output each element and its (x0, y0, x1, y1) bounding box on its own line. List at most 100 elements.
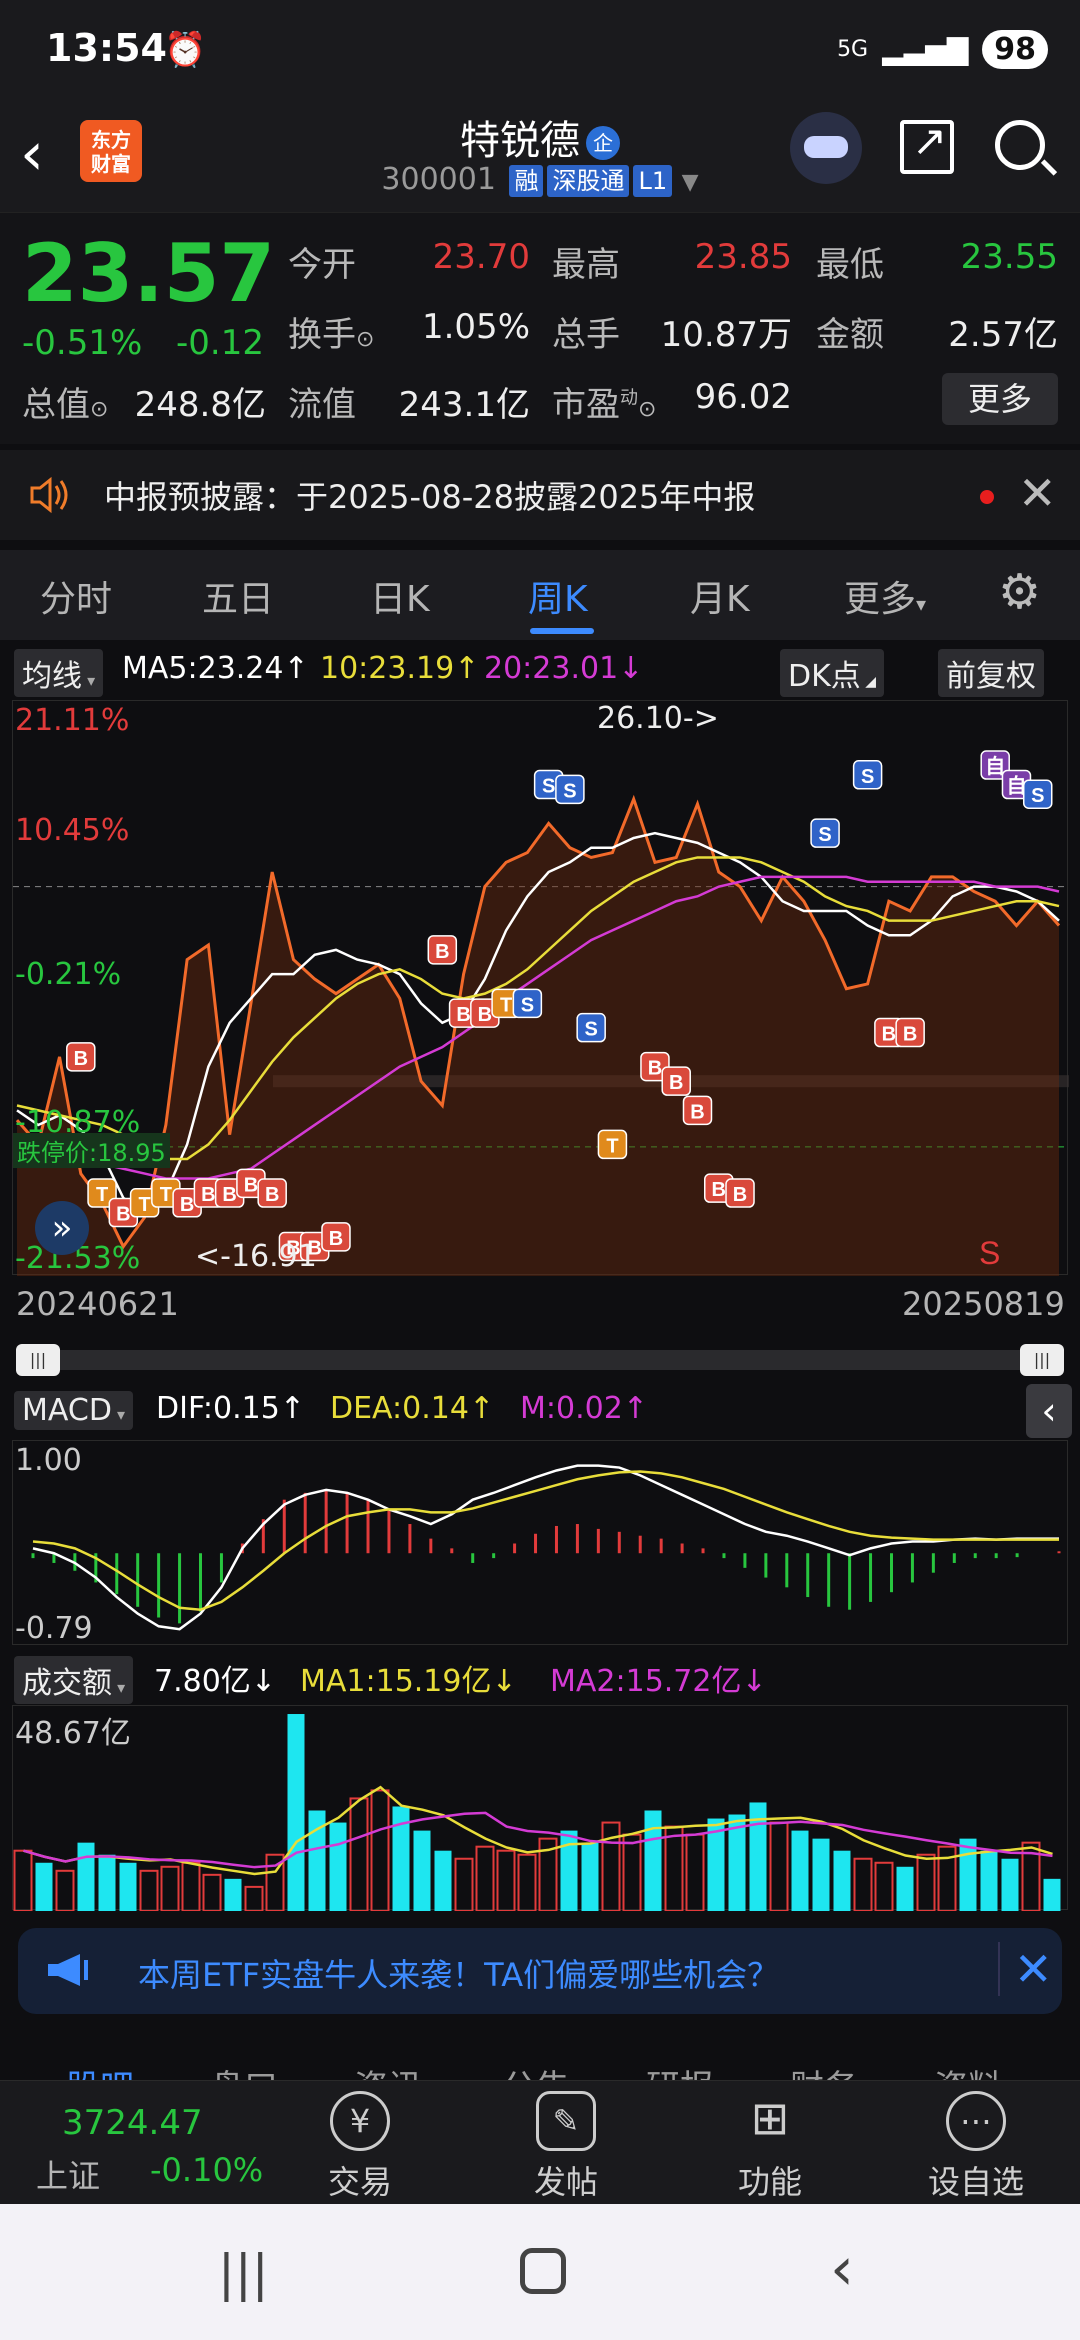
volume-bar (581, 1842, 599, 1911)
stock-name: 特锐德 (460, 118, 580, 164)
volume-bar (119, 1862, 137, 1911)
tab-more[interactable]: 更多▾ (844, 570, 926, 622)
trade-marker-label: T (138, 1194, 150, 1216)
caret-down-icon: ▾ (82, 671, 96, 690)
tab-five-day[interactable]: 五日 (202, 570, 274, 622)
kline-chart[interactable]: BTBTTBBBBBBBBBBBTSSSSTBBBBBSSBB自自SS 21.1… (12, 700, 1069, 1276)
volume-bar (13, 1849, 33, 1912)
trade-marker-label: B (244, 1174, 258, 1196)
tab-weekly-k[interactable]: 周K (528, 570, 588, 622)
volume-bar (55, 1869, 75, 1913)
back-nav-icon[interactable]: ‹ (830, 2234, 854, 2304)
close-icon[interactable]: ✕ (1018, 466, 1057, 520)
subtab-pankou[interactable]: 盘口 (210, 2060, 278, 2080)
macd-select[interactable]: MACD ▾ (14, 1391, 134, 1430)
vol-ma2-label: MA2:15.72亿↓ (550, 1664, 767, 1699)
subtab-research[interactable]: 研报 (646, 2060, 714, 2080)
subtab-finance[interactable]: 财务 (790, 2060, 858, 2080)
expand-icon[interactable]: » (35, 1201, 89, 1255)
volume-value-label: 7.80亿↓ (154, 1664, 276, 1699)
trade-marker-label: B (669, 1072, 683, 1094)
subtab-announcement[interactable]: 公告 (502, 2060, 570, 2080)
volume-chart[interactable]: 48.67亿 (12, 1705, 1068, 1913)
ma-legend: 均线 ▾ MA5:23.24↑ 10:23.19↑ 20:23.01↓ DK点 … (0, 645, 1080, 697)
dk-point-select[interactable]: DK点 ◢ (780, 649, 884, 697)
adjust-select[interactable]: 前复权 (938, 649, 1044, 697)
up-arrow-icon: ↑ (622, 1391, 648, 1426)
up-arrow-icon: ↑ (283, 651, 309, 686)
y-label-3: -0.21% (15, 957, 122, 992)
index-change[interactable]: -0.10% (150, 2151, 263, 2189)
volume-select[interactable]: 成交额 ▾ (14, 1656, 134, 1704)
trade-marker: S (512, 988, 543, 1019)
collapse-panel-button[interactable]: ‹ (1026, 1384, 1072, 1438)
slider-handle-left[interactable]: ||| (16, 1344, 60, 1376)
trade-marker-label: T (96, 1184, 108, 1206)
index-name[interactable]: 上证 (36, 2151, 100, 2197)
down-arrow-icon: ↓ (491, 1664, 517, 1699)
pe-label[interactable]: 市盈动⊙ (552, 377, 656, 426)
volume-bar (791, 1830, 809, 1911)
sell-signal-label: S (979, 1235, 1000, 1271)
indicator-select[interactable]: 均线 ▾ (14, 649, 104, 697)
nav-add-watchlist[interactable]: ⋯ 设自选 (916, 2091, 1036, 2203)
gear-icon[interactable]: ⚙ (998, 568, 1046, 616)
trade-marker-label: B (265, 1184, 279, 1206)
nav-functions[interactable]: ⊞ 功能 (710, 2091, 830, 2203)
trade-marker-label: B (903, 1024, 917, 1046)
trade-marker: S (810, 818, 840, 848)
share-icon[interactable] (900, 116, 954, 174)
volume-bar (370, 1789, 390, 1912)
volume-bar (769, 1821, 789, 1912)
level-tag: L1 (633, 165, 673, 197)
stock-header: ‹ 东方 财富 特锐德企 300001 融深股通 L1 ▼ (0, 100, 1080, 212)
macd-legend: MACD ▾ DIF:0.15↑ DEA:0.14↑ M:0.02↑ (0, 1385, 1080, 1435)
volume-bar (202, 1873, 222, 1913)
volume-bar (685, 1833, 705, 1912)
trade-marker: S (1022, 779, 1053, 809)
volume-bar (896, 1866, 914, 1911)
range-slider[interactable]: ||| ||| (16, 1344, 1064, 1376)
macd-y-bottom: -0.79 (15, 1611, 93, 1646)
notice-bar[interactable]: 中报预披露：于2025-08-28披露2025年中报 ✕ (0, 450, 1080, 540)
nav-trade[interactable]: ¥ 交易 (300, 2091, 420, 2203)
recent-apps-icon[interactable]: ||| (218, 2244, 269, 2302)
mktcap-label[interactable]: 总值⊙ (22, 377, 108, 426)
down-arrow-icon: ↓ (618, 651, 644, 686)
subtab-guba[interactable]: 股吧 (66, 2060, 134, 2080)
subtab-profile[interactable]: 资料 (934, 2060, 1002, 2080)
trade-marker-label: S (818, 824, 831, 846)
more-button[interactable]: 更多 (942, 373, 1058, 425)
subtab-news[interactable]: 资讯 (354, 2060, 422, 2080)
index-value[interactable]: 3724.47 (62, 2103, 203, 2143)
change-percent: -0.51% (22, 323, 143, 363)
search-icon[interactable] (995, 120, 1045, 170)
promo-banner[interactable]: 本周ETF实盘牛人来袭！TA们偏爱哪些机会？ ✕ (18, 1928, 1062, 2014)
home-icon[interactable] (520, 2248, 566, 2294)
high-annotation: 26.10-> (597, 701, 719, 736)
low-value: 23.55 (960, 237, 1058, 277)
turnover-label[interactable]: 换手⊙ (288, 307, 374, 356)
caret-down-icon: ▾ (112, 1678, 126, 1697)
slider-handle-right[interactable]: ||| (1020, 1344, 1064, 1376)
open-value: 23.70 (432, 237, 530, 277)
limit-down-label: 跌停价:18.95 (13, 1133, 170, 1168)
assistant-robot-icon[interactable] (790, 112, 862, 184)
volume-bar (475, 1845, 495, 1912)
macd-chart[interactable]: 1.00 -0.79 (12, 1440, 1068, 1646)
volume-bar (1043, 1878, 1061, 1911)
tab-minute[interactable]: 分时 (40, 570, 112, 622)
volume-bar (244, 1885, 264, 1913)
info-icon: ⊙ (356, 327, 375, 352)
tab-monthly-k[interactable]: 月K (690, 570, 750, 622)
grid-icon: ⊞ (750, 2091, 790, 2145)
trade-marker-label: B (435, 941, 449, 963)
change-amount: -0.12 (176, 323, 264, 363)
down-arrow-icon: ↓ (250, 1664, 276, 1699)
margin-tag: 融 (509, 165, 544, 197)
tab-daily-k[interactable]: 日K (370, 570, 430, 622)
quote-panel: 23.57 -0.51% -0.12 今开 23.70 最高 23.85 最低 … (0, 212, 1080, 444)
nav-post[interactable]: ✎ 发帖 (506, 2091, 626, 2203)
amount-value: 2.57亿 (948, 315, 1058, 355)
close-icon[interactable]: ✕ (998, 1942, 1053, 1996)
